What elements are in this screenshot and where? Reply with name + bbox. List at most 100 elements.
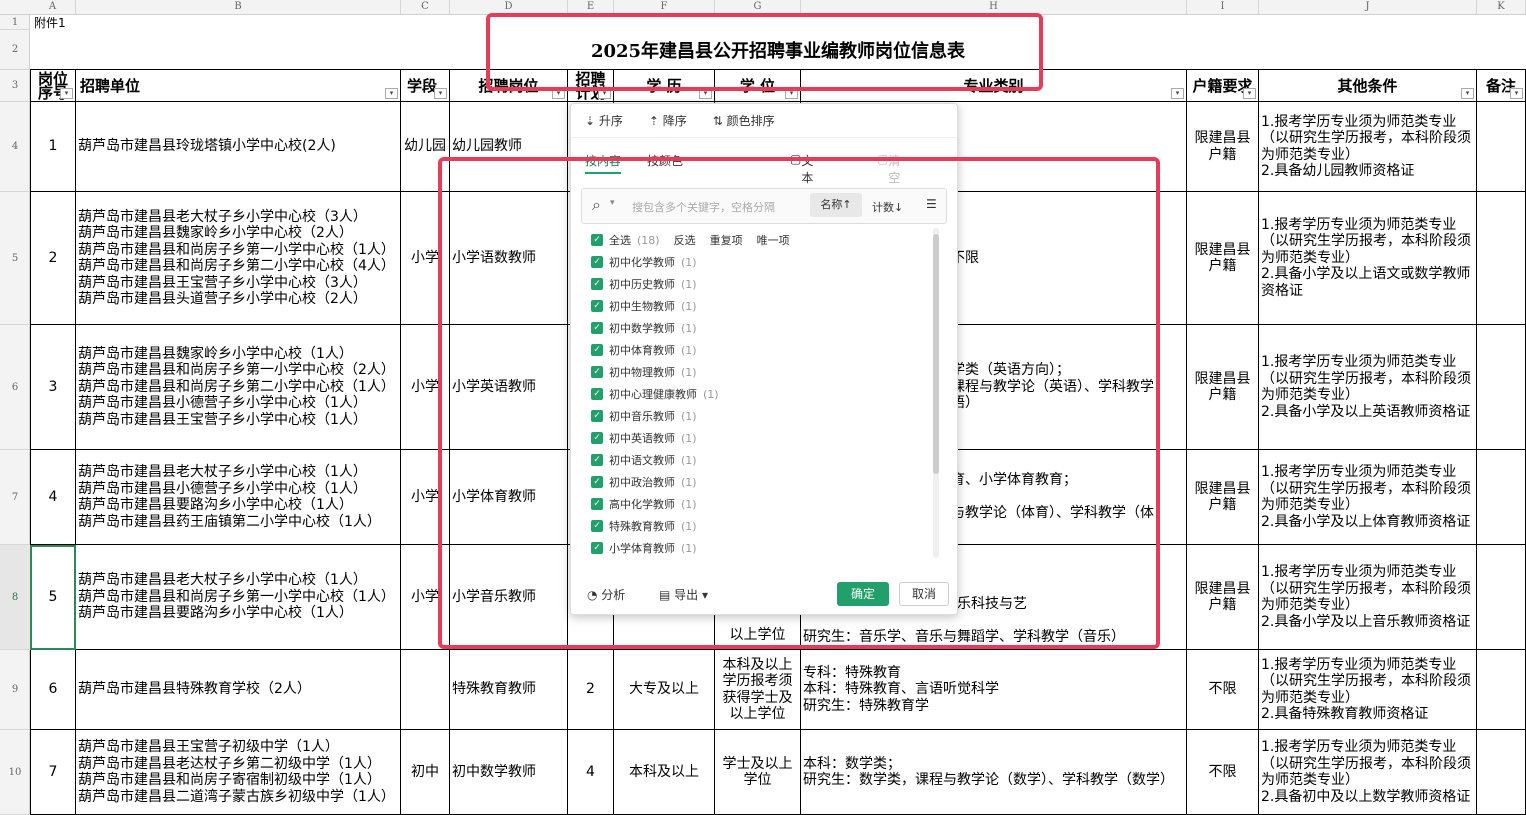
cell-degree[interactable]: 本科及以上 学历报考须 获得学士及 以上学位 — [715, 650, 801, 730]
cell-stage-text: 初中 — [411, 763, 439, 780]
cell-major[interactable]: 本科：数学类； 研究生：数学类，课程与教学论（数学）、学科教学（数学） — [801, 730, 1187, 815]
cell-hukou[interactable]: 不限 — [1187, 730, 1259, 815]
col-header-d[interactable]: D — [450, 0, 568, 14]
cell-remark[interactable] — [1477, 450, 1526, 545]
cell-post[interactable]: 初中数学教师 — [450, 730, 568, 815]
row-header-8[interactable]: 8 — [0, 545, 30, 650]
cell-units[interactable]: 葫芦岛市建昌县老大杖子乡小学中心校（1人） 葫芦岛市建昌县小德营子乡小学中心校（… — [76, 450, 401, 545]
cell-remark[interactable] — [1477, 650, 1526, 730]
cell-a1[interactable]: 附件1 — [30, 15, 401, 30]
cell-other[interactable]: 1.报考学历专业须为师范类专业 （以研究生学历报考，本科阶段须 为师范类专业） … — [1259, 650, 1477, 730]
row-header-6[interactable]: 6 — [0, 325, 30, 450]
header-unit[interactable]: 招聘单位 ▾ — [76, 70, 401, 102]
cell-units[interactable]: 葫芦岛市建昌县特殊教育学校（2人） — [76, 650, 401, 730]
cell-stage[interactable]: 初中 — [401, 730, 450, 815]
cell-post-no[interactable]: 1 — [30, 102, 76, 192]
cell-post-no[interactable]: 5 — [30, 545, 76, 650]
filter-dropdown-icon[interactable]: ▾ — [385, 88, 398, 99]
cell-post-no[interactable]: 2 — [30, 192, 76, 325]
sort-color-button[interactable]: ⇅ 颜色排序 — [713, 112, 775, 129]
cell-education[interactable]: 本科及以上 — [614, 730, 715, 815]
cell-hukou[interactable]: 不限 — [1187, 650, 1259, 730]
cell-hukou-text: 限建昌县 户籍 — [1194, 241, 1251, 275]
cell-major[interactable]: 专科：特殊教育 本科：特殊教育、言语听觉科学 研究生：特殊教育学 — [801, 650, 1187, 730]
cell-hukou[interactable]: 限建昌县 户籍 — [1187, 545, 1259, 650]
header-stage[interactable]: 学段 ▾ — [401, 70, 450, 102]
cell-units[interactable]: 葫芦岛市建昌县老大杖子乡小学中心校（3人） 葫芦岛市建昌县魏家岭乡小学中心校（2… — [76, 192, 401, 325]
filter-dropdown-icon[interactable]: ▾ — [60, 88, 73, 99]
cell-other[interactable]: 1.报考学历专业须为师范类专业 （以研究生学历报考，本科阶段须 为师范类专业） … — [1259, 192, 1477, 325]
cell-remark[interactable] — [1477, 192, 1526, 325]
filter-dropdown-icon[interactable]: ▾ — [1510, 88, 1523, 99]
cell-other[interactable]: 1.报考学历专业须为师范类专业 （以研究生学历报考，本科阶段须 为师范类专业） … — [1259, 102, 1477, 192]
cell-other[interactable]: 1.报考学历专业须为师范类专业 （以研究生学历报考，本科阶段须 为师范类专业） … — [1259, 450, 1477, 545]
col-header-a[interactable]: A — [30, 0, 76, 14]
cell-remark[interactable] — [1477, 102, 1526, 192]
cell-units-text: 葫芦岛市建昌县特殊教育学校（2人） — [78, 681, 311, 698]
col-header-i[interactable]: I — [1187, 0, 1259, 14]
cell-stage[interactable] — [401, 650, 450, 730]
col-header-k[interactable]: K — [1477, 0, 1526, 14]
cell-units[interactable]: 葫芦岛市建昌县玲珑塔镇小学中心校(2人) — [76, 102, 401, 192]
filter-dropdown-icon[interactable]: ▾ — [1243, 88, 1256, 99]
cell-hukou[interactable]: 限建昌县 户籍 — [1187, 192, 1259, 325]
cell-hukou[interactable]: 限建昌县 户籍 — [1187, 450, 1259, 545]
cell-degree[interactable]: 学士及以上 学位 — [715, 730, 801, 815]
cell-education[interactable]: 大专及以上 — [614, 650, 715, 730]
cell-other[interactable]: 1.报考学历专业须为师范类专业 （以研究生学历报考，本科阶段须 为师范类专业） … — [1259, 325, 1477, 450]
cell-other-text: 1.报考学历专业须为师范类专业 （以研究生学历报考，本科阶段须 为师范类专业） … — [1261, 354, 1471, 420]
row-header-10[interactable]: 10 — [0, 730, 30, 815]
cell-post-no-text: 3 — [48, 378, 58, 395]
row-header-2[interactable]: 2 — [0, 30, 30, 70]
cell-hukou[interactable]: 限建昌县 户籍 — [1187, 102, 1259, 192]
row-header-1[interactable]: 1 — [0, 15, 30, 30]
header-post-no[interactable]: 岗位序号 ▾ — [30, 70, 76, 102]
col-header-g[interactable]: G — [715, 0, 801, 14]
cell-units-text: 葫芦岛市建昌县玲珑塔镇小学中心校(2人) — [78, 138, 336, 155]
cell-post-no[interactable]: 7 — [30, 730, 76, 815]
cell-remark[interactable] — [1477, 545, 1526, 650]
cell-other[interactable]: 1.报考学历专业须为师范类专业 （以研究生学历报考，本科阶段须 为师范类专业） … — [1259, 730, 1477, 815]
cell-post-no[interactable]: 4 — [30, 450, 76, 545]
cell-units[interactable]: 葫芦岛市建昌县老大杖子乡小学中心校（1人） 葫芦岛市建昌县和尚房子乡第一小学中心… — [76, 545, 401, 650]
col-header-h[interactable]: H — [801, 0, 1187, 14]
col-header-j[interactable]: J — [1259, 0, 1477, 14]
cell-post-no[interactable]: 3 — [30, 325, 76, 450]
filter-dropdown-icon[interactable]: ▾ — [1461, 88, 1474, 99]
row-header-3[interactable]: 3 — [0, 70, 30, 102]
cell-other[interactable]: 1.报考学历专业须为师范类专业 （以研究生学历报考，本科阶段须 为师范类专业） … — [1259, 545, 1477, 650]
cell-post-no-text: 6 — [48, 681, 58, 698]
sort-desc-button[interactable]: ⇡ 降序 — [649, 112, 687, 129]
sort-asc-button[interactable]: ⇣ 升序 — [585, 112, 623, 129]
row-header-5[interactable]: 5 — [0, 192, 30, 325]
row-header-7[interactable]: 7 — [0, 450, 30, 545]
col-header-b[interactable]: B — [76, 0, 401, 14]
cell-other-text: 1.报考学历专业须为师范类专业 （以研究生学历报考，本科阶段须 为师范类专业） … — [1261, 564, 1471, 630]
cell-post-text: 初中数学教师 — [452, 763, 536, 780]
header-remark[interactable]: 备注 ▾ — [1477, 70, 1526, 102]
cell-hukou[interactable]: 限建昌县 户籍 — [1187, 325, 1259, 450]
col-header-e[interactable]: E — [568, 0, 614, 14]
cell-post[interactable]: 特殊教育教师 — [450, 650, 568, 730]
cell-stage-text: 小学 — [411, 378, 439, 395]
cell-plan[interactable]: 4 — [568, 730, 614, 815]
cell-remark[interactable] — [1477, 730, 1526, 815]
cell-units[interactable]: 葫芦岛市建昌县王宝营子初级中学（1人） 葫芦岛市建昌县老达杖子乡第二初级中学（1… — [76, 730, 401, 815]
filter-dropdown-icon[interactable]: ▾ — [1171, 88, 1184, 99]
filter-dropdown-icon[interactable]: ▾ — [434, 88, 447, 99]
row-header-4[interactable]: 4 — [0, 102, 30, 192]
cell-major-text: 本科：数学类； 研究生：数学类，课程与教学论（数学）、学科教学（数学） — [803, 755, 1174, 789]
cell-remark[interactable] — [1477, 325, 1526, 450]
cell-post-no[interactable]: 6 — [30, 650, 76, 730]
col-header-c[interactable]: C — [401, 0, 450, 14]
header-other[interactable]: 其他条件 ▾ — [1259, 70, 1477, 102]
cell-plan[interactable]: 2 — [568, 650, 614, 730]
cell-hukou-text: 限建昌县 户籍 — [1194, 480, 1251, 514]
row-header-9[interactable]: 9 — [0, 650, 30, 730]
cell-post-text: 特殊教育教师 — [452, 681, 536, 698]
cell-post-no-text: 2 — [48, 249, 58, 266]
col-header-f[interactable]: F — [614, 0, 715, 14]
cell-hukou-text: 限建昌县 户籍 — [1194, 580, 1251, 614]
header-hukou[interactable]: 户籍要求 ▾ — [1187, 70, 1259, 102]
cell-units[interactable]: 葫芦岛市建昌县魏家岭乡小学中心校（1人） 葫芦岛市建昌县和尚房子乡第一小学中心校… — [76, 325, 401, 450]
